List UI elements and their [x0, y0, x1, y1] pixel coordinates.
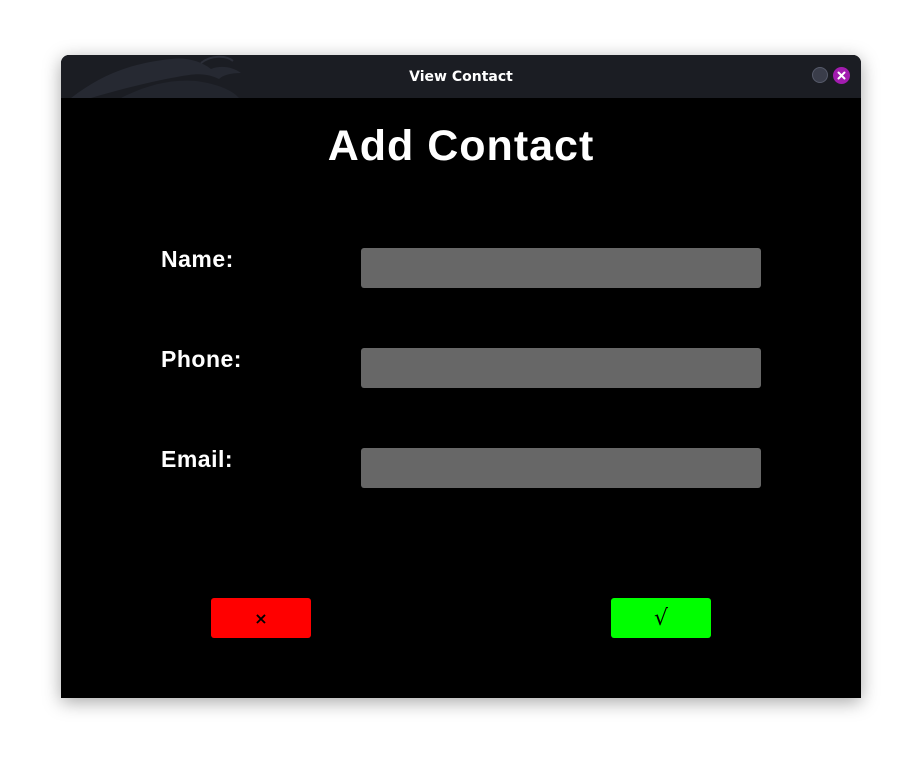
name-label: Name: — [161, 246, 234, 272]
phone-input[interactable] — [361, 348, 761, 388]
email-input[interactable] — [361, 448, 761, 488]
dragon-icon — [71, 55, 241, 98]
page-title: Add Contact — [327, 122, 595, 170]
confirm-button-label: √ — [653, 605, 669, 631]
title-bar[interactable]: View Contact — [61, 55, 861, 98]
close-icon[interactable] — [833, 67, 850, 84]
cancel-button-label: × — [254, 608, 268, 628]
name-input[interactable] — [361, 248, 761, 288]
window-title: View Contact — [409, 68, 513, 85]
window-controls — [812, 67, 850, 84]
app-window: View Contact Add Contact Name: Phone: Em… — [61, 55, 861, 698]
phone-label: Phone: — [161, 346, 242, 372]
close-glyph-icon — [837, 71, 846, 80]
form-panel: Add Contact Name: Phone: Email: × √ — [61, 98, 861, 698]
cancel-button[interactable]: × — [211, 598, 311, 638]
minimize-icon[interactable] — [812, 67, 828, 83]
email-label: Email: — [161, 446, 234, 472]
confirm-button[interactable]: √ — [611, 598, 711, 638]
